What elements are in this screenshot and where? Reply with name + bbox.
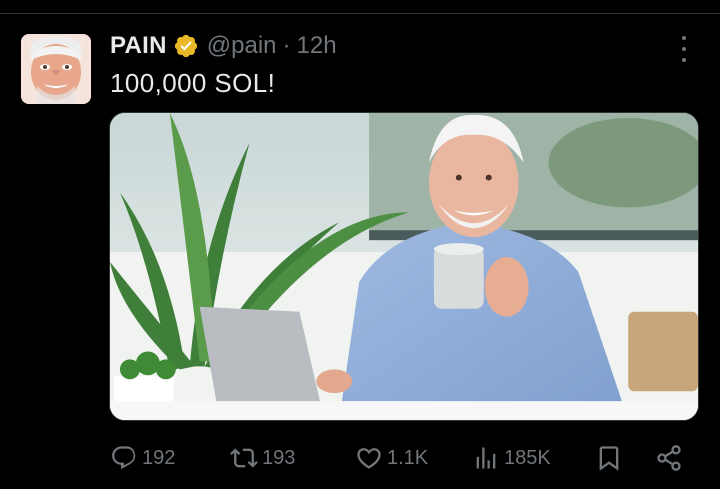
more-dot-icon <box>682 58 686 62</box>
tweet-header: PAIN @pain · 12h <box>110 30 337 62</box>
retweet-button[interactable]: 193 <box>230 442 295 474</box>
tweet-text: 100,000 SOL! <box>110 68 276 98</box>
share-button[interactable] <box>655 442 687 474</box>
views-button[interactable]: 185K <box>472 442 551 474</box>
heart-icon <box>357 448 381 469</box>
handle[interactable]: @pain <box>207 32 277 60</box>
avatar[interactable] <box>21 34 91 104</box>
share-nodes-icon <box>657 445 681 471</box>
views-chart-icon <box>476 447 496 469</box>
verified-badge-icon[interactable] <box>173 33 199 59</box>
more-dot-icon <box>682 47 686 51</box>
tweet-photo[interactable] <box>109 112 699 421</box>
separator-dot: · <box>282 32 291 59</box>
display-name[interactable]: PAIN <box>110 32 167 60</box>
top-divider <box>0 13 720 14</box>
like-count: 1.1K <box>387 446 429 469</box>
like-button[interactable]: 1.1K <box>355 442 428 474</box>
action-bar: 192 193 1.1K 185K <box>110 442 696 474</box>
reply-icon <box>112 446 136 470</box>
bookmark-button[interactable] <box>595 442 627 474</box>
bookmark-icon <box>599 446 619 471</box>
reply-count: 192 <box>142 446 176 469</box>
views-count: 185K <box>504 446 551 469</box>
timestamp[interactable]: 12h <box>297 32 337 60</box>
retweet-icon <box>230 448 258 468</box>
retweet-count: 193 <box>262 446 296 469</box>
reply-button[interactable]: 192 <box>110 442 175 474</box>
more-options-button[interactable] <box>670 36 698 62</box>
more-dot-icon <box>682 36 686 40</box>
